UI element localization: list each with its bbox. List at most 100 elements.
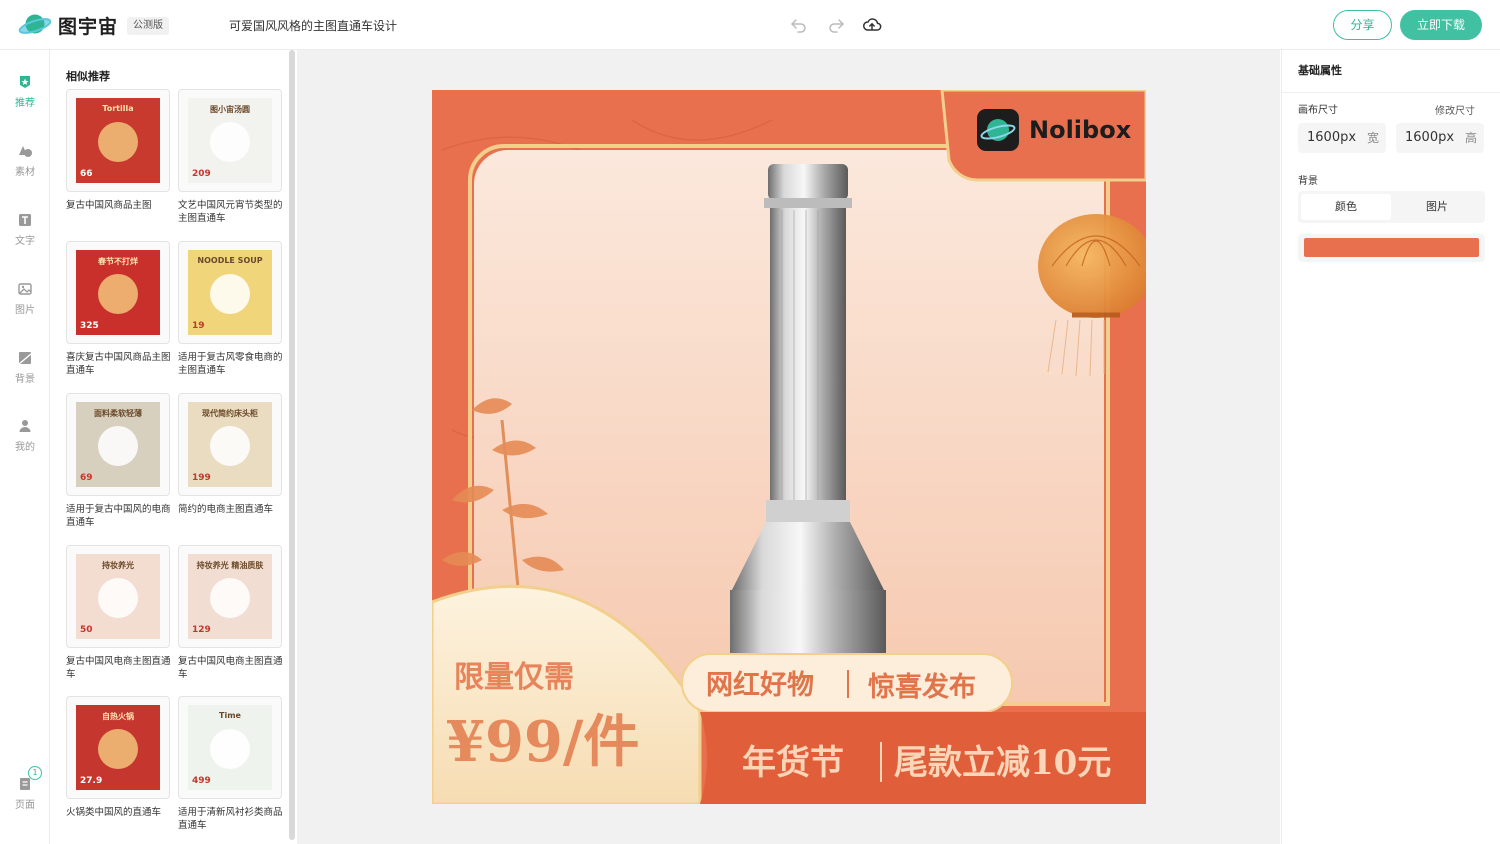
template-thumbnail[interactable]: 持妆养光 精油质肤 129 [178, 545, 282, 648]
template-preview: 持妆养光 精油质肤 129 [188, 554, 272, 639]
template-preview-price: 27.9 [80, 776, 103, 786]
user-icon [19, 420, 31, 432]
template-thumbnail[interactable]: 面料柔软轻薄 69 [66, 393, 170, 496]
pages-icon [20, 778, 30, 790]
template-label: 火锅类中国风的直通车 [66, 807, 162, 818]
nav-materials[interactable]: 素材 [0, 143, 50, 178]
app-logo[interactable]: 图宇宙 [18, 11, 118, 39]
nav-images[interactable]: 图片 [0, 281, 50, 316]
template-preview-title: 现代简约床头柜 [202, 409, 258, 418]
nav-label: 图片 [15, 305, 35, 316]
planet-logo-icon [18, 14, 52, 34]
template-card[interactable]: 图小宙汤圆 209 文艺中国风元宵节类型的主图直通车 [178, 89, 283, 225]
tab-image[interactable]: 图片 [1392, 194, 1482, 220]
beta-badge: 公测版 [127, 17, 169, 35]
template-preview: 春节不打烊 325 [76, 250, 160, 335]
template-label: 复古中国风电商主图直通车 [66, 656, 171, 680]
properties-title: 基础属性 [1298, 64, 1342, 77]
nav-label: 页面 [15, 800, 35, 811]
text-icon [19, 214, 31, 226]
brand-name: Nolibox [1029, 116, 1132, 144]
nav-label: 我的 [15, 442, 35, 453]
background-color-swatch[interactable] [1304, 238, 1479, 257]
artboard[interactable]: Nolibox 限量仅需 ¥99/件 网红好物 惊喜发布 年货节 尾款立减10元 [432, 90, 1146, 804]
nav-mine[interactable]: 我的 [0, 418, 50, 453]
logo-text: 图宇宙 [58, 15, 119, 38]
template-preview-title: 春节不打烊 [98, 257, 138, 266]
template-preview: Time 499 [188, 705, 272, 790]
template-label: 适用于复古中国风的电商直通车 [66, 504, 171, 528]
template-card[interactable]: 自热火锅 27.9 火锅类中国风的直通车 [66, 696, 170, 819]
share-button[interactable]: 分享 [1333, 10, 1392, 40]
template-preview-title: Tortilla [102, 104, 134, 113]
promo-label: 限量仅需 [454, 660, 574, 695]
template-preview-price: 209 [192, 169, 211, 179]
background-type-toggle: 颜色 图片 [1298, 191, 1485, 223]
template-card[interactable]: NOODLE SOUP 19 适用于复古风零食电商的主图直通车 [178, 241, 283, 377]
undo-icon[interactable] [789, 15, 809, 35]
tagline-right: 惊喜发布 [868, 671, 976, 703]
template-thumbnail[interactable]: 春节不打烊 325 [66, 241, 170, 344]
template-thumbnail[interactable]: NOODLE SOUP 19 [178, 241, 282, 344]
template-label: 复古中国风电商主图直通车 [178, 656, 283, 680]
template-preview-product [210, 578, 250, 618]
template-preview-product [98, 729, 138, 769]
template-preview-price: 499 [192, 776, 211, 786]
nav-pages[interactable]: 页面 [0, 776, 50, 811]
template-label: 适用于复古风零食电商的主图直通车 [178, 352, 283, 376]
template-card[interactable]: 持妆养光 精油质肤 129 复古中国风电商主图直通车 [178, 545, 283, 681]
template-thumbnail[interactable]: 持妆养光 50 [66, 545, 170, 648]
template-thumbnail[interactable]: 自热火锅 27.9 [66, 696, 170, 799]
divider [1282, 92, 1500, 93]
nav-recommend[interactable]: 推荐 [0, 74, 50, 109]
redo-icon[interactable] [826, 15, 846, 35]
template-preview-price: 19 [192, 321, 205, 331]
template-panel: 相似推荐 Tortilla 66 复古中国风商品主图 图小宙汤圆 209 文艺中国风元宵节… [51, 50, 297, 844]
template-preview-product [210, 426, 250, 466]
template-card[interactable]: 现代简约床头柜 199 简约的电商主图直通车 [178, 393, 282, 516]
template-preview: 自热火锅 27.9 [76, 705, 160, 790]
template-preview: 图小宙汤圆 209 [188, 98, 272, 183]
banner-right: 尾款立减10元 [894, 743, 1111, 783]
cloud-upload-icon[interactable] [862, 15, 882, 35]
template-preview-product [98, 426, 138, 466]
template-preview-title: 持妆养光 [102, 561, 134, 570]
banner-left: 年货节 [742, 743, 844, 783]
template-preview-title: 持妆养光 精油质肤 [196, 561, 264, 570]
design-canvas: Nolibox 限量仅需 ¥99/件 网红好物 惊喜发布 年货节 尾款立减10元 [432, 90, 1146, 804]
template-card[interactable]: 春节不打烊 325 喜庆复古中国风商品主图直通车 [66, 241, 171, 377]
nav-label: 素材 [15, 167, 35, 178]
tab-color[interactable]: 颜色 [1301, 194, 1391, 220]
template-thumbnail[interactable]: Time 499 [178, 696, 282, 799]
star-shield-icon [20, 76, 30, 88]
template-preview-product [98, 578, 138, 618]
template-thumbnail[interactable]: Tortilla 66 [66, 89, 170, 192]
width-unit: 宽 [1366, 131, 1379, 145]
template-card[interactable]: Tortilla 66 复古中国风商品主图 [66, 89, 170, 212]
template-label: 简约的电商主图直通车 [178, 504, 274, 515]
background-color-picker[interactable] [1298, 234, 1485, 262]
document-title[interactable]: 可爱国风风格的主图直通车设计 [229, 17, 397, 34]
template-thumbnail[interactable]: 图小宙汤圆 209 [178, 89, 282, 192]
panel-scrollbar[interactable] [289, 50, 295, 840]
edit-size-link[interactable]: 修改尺寸 [1435, 102, 1475, 117]
canvas-height-field[interactable]: 1600px 高 [1396, 123, 1484, 153]
template-thumbnail[interactable]: 现代简约床头柜 199 [178, 393, 282, 496]
download-button[interactable]: 立即下载 [1400, 10, 1482, 40]
template-preview-title: 面料柔软轻薄 [94, 409, 142, 418]
canvas-width-field[interactable]: 1600px 宽 [1298, 123, 1386, 153]
template-preview-price: 199 [192, 473, 211, 483]
height-unit: 高 [1464, 131, 1477, 145]
template-label: 文艺中国风元宵节类型的主图直通车 [178, 200, 283, 224]
template-card[interactable]: 持妆养光 50 复古中国风电商主图直通车 [66, 545, 171, 681]
nav-text[interactable]: 文字 [0, 212, 50, 247]
template-preview: 面料柔软轻薄 69 [76, 402, 160, 487]
properties-panel: 基础属性 画布尺寸 修改尺寸 1600px 宽 1600px 高 背景 颜色 图… [1281, 50, 1500, 844]
template-card[interactable]: Time 499 适用于清新风衬衫类商品直通车 [178, 696, 283, 832]
panel-title: 相似推荐 [66, 70, 110, 83]
template-card[interactable]: 面料柔软轻薄 69 适用于复古中国风的电商直通车 [66, 393, 171, 529]
background-icon [18, 352, 32, 365]
left-nav: 推荐 素材 文字 图片 背景 我的 1 页面 [0, 50, 50, 844]
nav-background[interactable]: 背景 [0, 350, 50, 385]
template-preview-product [210, 274, 250, 314]
